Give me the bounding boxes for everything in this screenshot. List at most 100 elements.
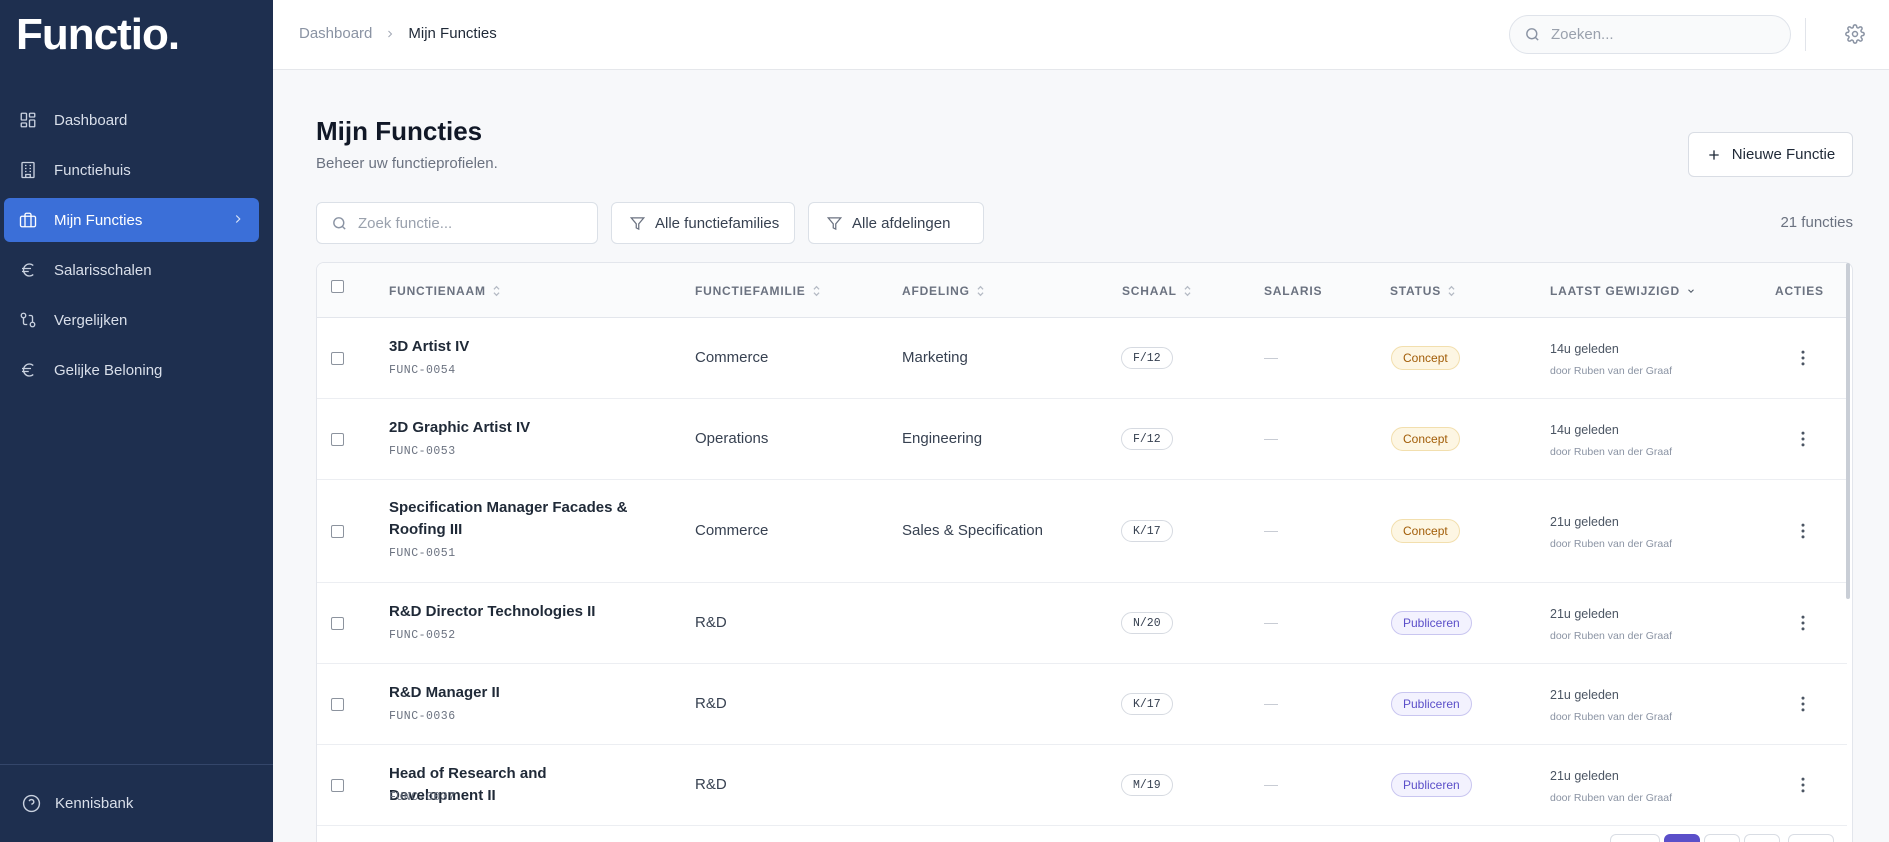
row-checkbox[interactable] xyxy=(331,698,344,711)
chevron-right-icon xyxy=(231,212,245,230)
status-badge: Publiceren xyxy=(1391,611,1472,635)
function-name[interactable]: R&D Manager II xyxy=(389,682,644,704)
column-header-family[interactable]: FUNCTIEFAMILIE xyxy=(695,284,821,298)
modified-time: 21u geleden xyxy=(1550,688,1619,702)
modified-by: door Ruben van der Graaf xyxy=(1550,630,1672,642)
function-code: FUNC-0052 xyxy=(389,629,456,642)
pagination-page[interactable] xyxy=(1704,834,1740,842)
more-vertical-icon[interactable] xyxy=(1793,694,1813,714)
column-header-modified[interactable]: LAATST GEWIJZIGD xyxy=(1550,284,1696,298)
pagination-page[interactable] xyxy=(1744,834,1780,842)
modified-time: 21u geleden xyxy=(1550,769,1619,783)
sort-icon xyxy=(976,285,985,297)
modified-time: 21u geleden xyxy=(1550,607,1619,621)
row-checkbox[interactable] xyxy=(331,525,344,538)
global-search[interactable] xyxy=(1509,15,1791,54)
function-code: FUNC-0051 xyxy=(389,547,456,560)
modified-time: 21u geleden xyxy=(1550,515,1619,529)
table-row[interactable]: 3D Artist IV FUNC-0054 Commerce Marketin… xyxy=(317,318,1847,399)
select-all-checkbox[interactable] xyxy=(331,280,344,293)
table-row[interactable]: Specification Manager Facades & Roofing … xyxy=(317,480,1847,583)
table-row[interactable]: R&D Director Technologies II FUNC-0052 R… xyxy=(317,583,1847,664)
modified-by: door Ruben van der Graaf xyxy=(1550,446,1672,458)
function-name[interactable]: Specification Manager Facades & Roofing … xyxy=(389,497,644,541)
breadcrumb-dashboard[interactable]: Dashboard xyxy=(299,25,372,42)
table-row[interactable]: R&D Manager II FUNC-0036 R&D K/17 — Publ… xyxy=(317,664,1847,745)
function-name[interactable]: 2D Graphic Artist IV xyxy=(389,417,644,439)
sort-icon xyxy=(1447,285,1456,297)
pagination-next-button[interactable] xyxy=(1788,834,1834,842)
salary-value: — xyxy=(1264,695,1278,711)
function-name[interactable]: R&D Director Technologies II xyxy=(389,601,644,623)
status-badge: Publiceren xyxy=(1391,773,1472,797)
table-row[interactable]: 2D Graphic Artist IV FUNC-0053 Operation… xyxy=(317,399,1847,480)
function-search[interactable] xyxy=(316,202,598,244)
row-checkbox[interactable] xyxy=(331,352,344,365)
function-family: Commerce xyxy=(695,522,769,539)
column-header-status[interactable]: STATUS xyxy=(1390,284,1456,298)
scale-badge: F/12 xyxy=(1121,347,1173,369)
sidebar-item-functiehuis[interactable]: Functiehuis xyxy=(4,148,259,192)
row-checkbox[interactable] xyxy=(331,617,344,630)
euro-icon xyxy=(18,360,38,380)
chevron-right-icon xyxy=(384,28,396,40)
modified-by: door Ruben van der Graaf xyxy=(1550,365,1672,377)
table-scrollbar[interactable] xyxy=(1846,263,1850,599)
sidebar-item-dashboard[interactable]: Dashboard xyxy=(4,98,259,142)
column-header-department[interactable]: AFDELING xyxy=(902,284,985,298)
function-code: FUNC-0053 xyxy=(389,445,456,458)
more-vertical-icon[interactable] xyxy=(1793,613,1813,633)
table-row[interactable]: Head of Research and Development II FUNC… xyxy=(317,745,1847,826)
sidebar-item-label: Salarisschalen xyxy=(54,261,152,279)
sidebar-item-gelijke-beloning[interactable]: Gelijke Beloning xyxy=(4,348,259,392)
page-subtitle: Beheer uw functieprofielen. xyxy=(316,155,498,172)
department-filter[interactable]: Alle afdelingen xyxy=(808,202,984,244)
sidebar-item-vergelijken[interactable]: Vergelijken xyxy=(4,298,259,342)
search-icon xyxy=(1524,26,1541,43)
page-title: Mijn Functies xyxy=(316,116,483,146)
sidebar-item-mijn-functies[interactable]: Mijn Functies xyxy=(4,198,259,242)
app-logo[interactable]: Functio. xyxy=(16,10,180,60)
modified-by: door Ruben van der Graaf xyxy=(1550,538,1672,550)
sidebar-item-salarisschalen[interactable]: Salarisschalen xyxy=(4,248,259,292)
sort-icon xyxy=(812,285,821,297)
family-filter-label: Alle functiefamilies xyxy=(655,214,780,232)
column-label: FUNCTIEFAMILIE xyxy=(695,284,806,298)
sidebar-item-kennisbank[interactable]: Kennisbank xyxy=(0,764,273,842)
column-header-scale[interactable]: SCHAAL xyxy=(1122,284,1192,298)
function-search-input[interactable] xyxy=(358,214,578,232)
more-vertical-icon[interactable] xyxy=(1793,775,1813,795)
modified-time: 14u geleden xyxy=(1550,423,1619,437)
pagination-page-active[interactable] xyxy=(1664,834,1700,842)
gear-icon[interactable] xyxy=(1845,24,1865,44)
global-search-input[interactable] xyxy=(1551,26,1771,43)
function-name[interactable]: 3D Artist IV xyxy=(389,336,644,358)
column-label: FUNCTIENAAM xyxy=(389,284,486,298)
modified-by: door Ruben van der Graaf xyxy=(1550,792,1672,804)
topbar: Dashboard Mijn Functies xyxy=(273,0,1889,70)
new-function-label: Nieuwe Functie xyxy=(1731,146,1836,163)
status-badge: Concept xyxy=(1391,427,1460,451)
family-filter[interactable]: Alle functiefamilies xyxy=(611,202,795,244)
column-header-name[interactable]: FUNCTIENAAM xyxy=(389,284,501,298)
row-checkbox[interactable] xyxy=(331,433,344,446)
pagination-prev-button[interactable] xyxy=(1610,834,1660,842)
column-label: STATUS xyxy=(1390,284,1442,298)
euro-icon xyxy=(18,260,38,280)
function-department: Engineering xyxy=(902,430,983,447)
scale-badge: F/12 xyxy=(1121,428,1173,450)
building-icon xyxy=(18,160,38,180)
more-vertical-icon[interactable] xyxy=(1793,348,1813,368)
status-badge: Concept xyxy=(1391,346,1460,370)
scale-badge: N/20 xyxy=(1121,612,1173,634)
search-icon xyxy=(331,215,348,232)
sidebar-item-label: Gelijke Beloning xyxy=(54,361,163,379)
new-function-button[interactable]: Nieuwe Functie xyxy=(1688,132,1853,177)
modified-time: 14u geleden xyxy=(1550,342,1619,356)
scale-badge: M/19 xyxy=(1121,774,1173,796)
more-vertical-icon[interactable] xyxy=(1793,521,1813,541)
function-family: R&D xyxy=(695,695,727,712)
chevron-down-icon xyxy=(1686,286,1696,296)
more-vertical-icon[interactable] xyxy=(1793,429,1813,449)
row-checkbox[interactable] xyxy=(331,779,344,792)
